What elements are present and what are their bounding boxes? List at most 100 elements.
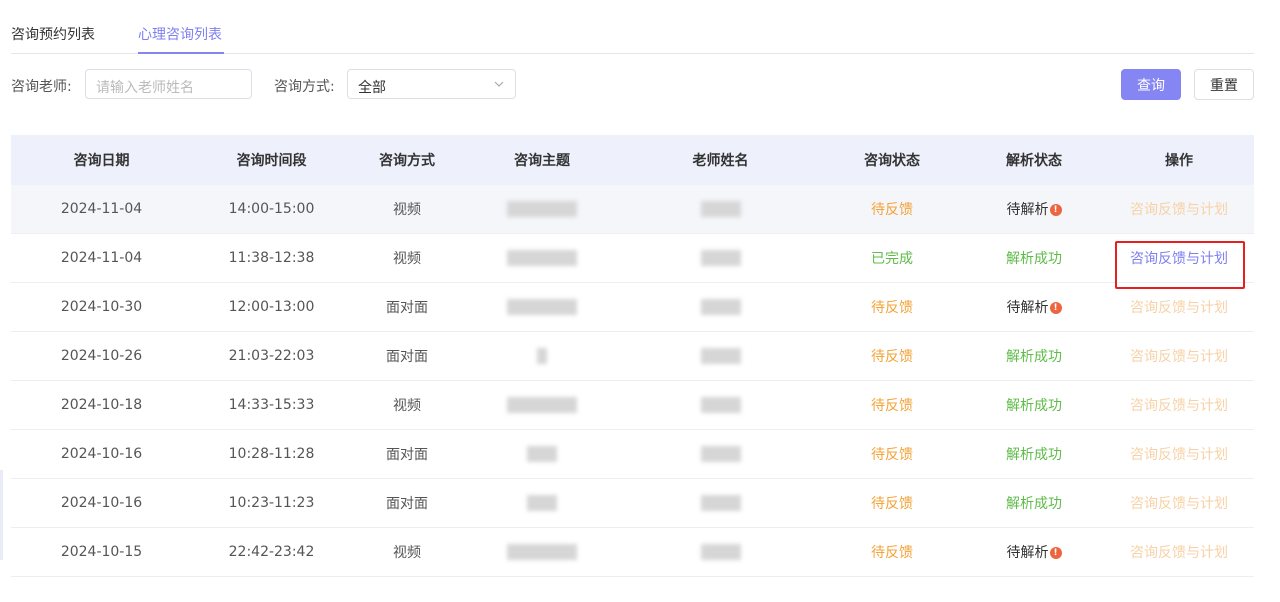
- cell-time: 12:00-13:00: [192, 282, 351, 332]
- cell-time: 10:23-11:23: [192, 478, 351, 528]
- cell-parse: 解析成功: [964, 478, 1104, 528]
- cell-date: 2024-10-30: [11, 282, 192, 332]
- cell-parse: 解析成功: [964, 429, 1104, 479]
- table-row: 2024-10-26 21:03-22:03 面对面 待反馈 解析成功 咨询反馈与计划: [11, 331, 1254, 381]
- method-filter-label: 咨询方式:: [274, 79, 335, 95]
- cell-parse: 解析成功: [964, 331, 1104, 381]
- feedback-plan-link[interactable]: 咨询反馈与计划: [1130, 447, 1228, 463]
- exclamation-alert-icon: !: [1049, 547, 1062, 559]
- parse-status: 解析成功: [1006, 349, 1062, 365]
- cell-teacher: [621, 185, 820, 234]
- cell-topic: [463, 527, 621, 577]
- cell-method: 面对面: [351, 429, 463, 479]
- cell-method: 面对面: [351, 282, 463, 332]
- redacted-teacher-name: [700, 299, 741, 315]
- redacted-teacher-name: [700, 201, 741, 217]
- cell-time: 22:42-23:42: [192, 527, 351, 577]
- teacher-filter-label: 咨询老师:: [11, 79, 72, 95]
- cell-time: 14:33-15:33: [192, 380, 351, 430]
- left-edge-bar: [0, 470, 3, 560]
- cell-topic: [463, 380, 621, 430]
- cell-topic: [463, 429, 621, 479]
- cell-teacher: [621, 282, 820, 332]
- cell-teacher: [621, 331, 820, 381]
- header-teacher: 老师姓名: [621, 135, 820, 185]
- teacher-name-input[interactable]: 请输入老师姓名: [85, 69, 252, 99]
- redacted-topic: [507, 201, 577, 217]
- tab-counseling-list[interactable]: 心理咨询列表: [138, 24, 222, 44]
- header-topic: 咨询主题: [463, 135, 621, 185]
- feedback-plan-link[interactable]: 咨询反馈与计划: [1130, 398, 1228, 414]
- parse-status: 待解析: [1006, 300, 1049, 316]
- cell-status: 待反馈: [820, 380, 964, 430]
- cell-parse: 待解析!: [964, 282, 1104, 332]
- consult-status: 已完成: [871, 251, 913, 267]
- teacher-name-placeholder: 请输入老师姓名: [96, 80, 194, 96]
- cell-topic: [463, 331, 621, 381]
- exclamation-alert-icon: !: [1049, 204, 1062, 216]
- cell-date: 2024-10-15: [11, 527, 192, 577]
- cell-parse: 待解析!: [964, 527, 1104, 577]
- consult-status: 待反馈: [871, 398, 913, 414]
- cell-teacher: [621, 429, 820, 479]
- cell-action: 咨询反馈与计划: [1104, 331, 1254, 381]
- consult-status: 待反馈: [871, 349, 913, 365]
- feedback-plan-link[interactable]: 咨询反馈与计划: [1130, 545, 1228, 561]
- cell-topic: [463, 282, 621, 332]
- cell-teacher: [621, 527, 820, 577]
- feedback-plan-link[interactable]: 咨询反馈与计划: [1130, 300, 1228, 316]
- cell-status: 待反馈: [820, 478, 964, 528]
- method-select-value: 全部: [358, 80, 386, 96]
- cell-method: 视频: [351, 233, 463, 283]
- cell-date: 2024-10-18: [11, 380, 192, 430]
- redacted-teacher-name: [700, 495, 741, 511]
- cell-teacher: [621, 233, 820, 283]
- feedback-plan-link[interactable]: 咨询反馈与计划: [1130, 349, 1228, 365]
- feedback-plan-link[interactable]: 咨询反馈与计划: [1130, 202, 1228, 218]
- cell-parse: 解析成功: [964, 233, 1104, 283]
- redacted-topic: [537, 348, 547, 364]
- counseling-table: 咨询日期 咨询时间段 咨询方式 咨询主题 老师姓名 咨询状态 解析状态 操作 2…: [11, 135, 1254, 577]
- cell-action: 咨询反馈与计划: [1104, 185, 1254, 234]
- cell-status: 待反馈: [820, 185, 964, 234]
- cell-method: 视频: [351, 185, 463, 234]
- method-select[interactable]: 全部: [347, 69, 516, 99]
- reset-button[interactable]: 重置: [1194, 69, 1254, 100]
- cell-topic: [463, 233, 621, 283]
- cell-parse: 待解析!: [964, 185, 1104, 234]
- tab-appointment-list[interactable]: 咨询预约列表: [11, 24, 95, 44]
- table-row: 2024-10-18 14:33-15:33 视频 待反馈 解析成功 咨询反馈与计划: [11, 380, 1254, 430]
- header-action: 操作: [1104, 135, 1254, 185]
- cell-method: 面对面: [351, 331, 463, 381]
- redacted-teacher-name: [700, 397, 741, 413]
- redacted-teacher-name: [700, 348, 741, 364]
- cell-action: 咨询反馈与计划: [1104, 429, 1254, 479]
- redacted-topic: [507, 250, 577, 266]
- redacted-teacher-name: [700, 544, 741, 560]
- feedback-plan-link[interactable]: 咨询反馈与计划: [1130, 496, 1228, 512]
- redacted-topic: [527, 446, 557, 462]
- redacted-topic: [527, 495, 557, 511]
- cell-status: 待反馈: [820, 331, 964, 381]
- cell-date: 2024-11-04: [11, 233, 192, 283]
- table-row: 2024-11-04 11:38-12:38 视频 已完成 解析成功 咨询反馈与计划: [11, 233, 1254, 283]
- query-button[interactable]: 查询: [1121, 69, 1181, 100]
- redacted-topic: [507, 544, 577, 560]
- consult-status: 待反馈: [871, 496, 913, 512]
- cell-date: 2024-10-26: [11, 331, 192, 381]
- redacted-topic: [507, 397, 577, 413]
- parse-status: 解析成功: [1006, 398, 1062, 414]
- cell-action: 咨询反馈与计划: [1104, 478, 1254, 528]
- highlight-annotation: [1115, 241, 1245, 289]
- redacted-teacher-name: [700, 250, 741, 266]
- redacted-teacher-name: [700, 446, 741, 462]
- header-date: 咨询日期: [11, 135, 192, 185]
- cell-time: 11:38-12:38: [192, 233, 351, 283]
- cell-status: 待反馈: [820, 527, 964, 577]
- header-parse: 解析状态: [964, 135, 1104, 185]
- chevron-down-icon: [494, 81, 504, 87]
- consult-status: 待反馈: [871, 447, 913, 463]
- exclamation-alert-icon: !: [1049, 302, 1062, 314]
- cell-time: 21:03-22:03: [192, 331, 351, 381]
- redacted-topic: [507, 299, 577, 315]
